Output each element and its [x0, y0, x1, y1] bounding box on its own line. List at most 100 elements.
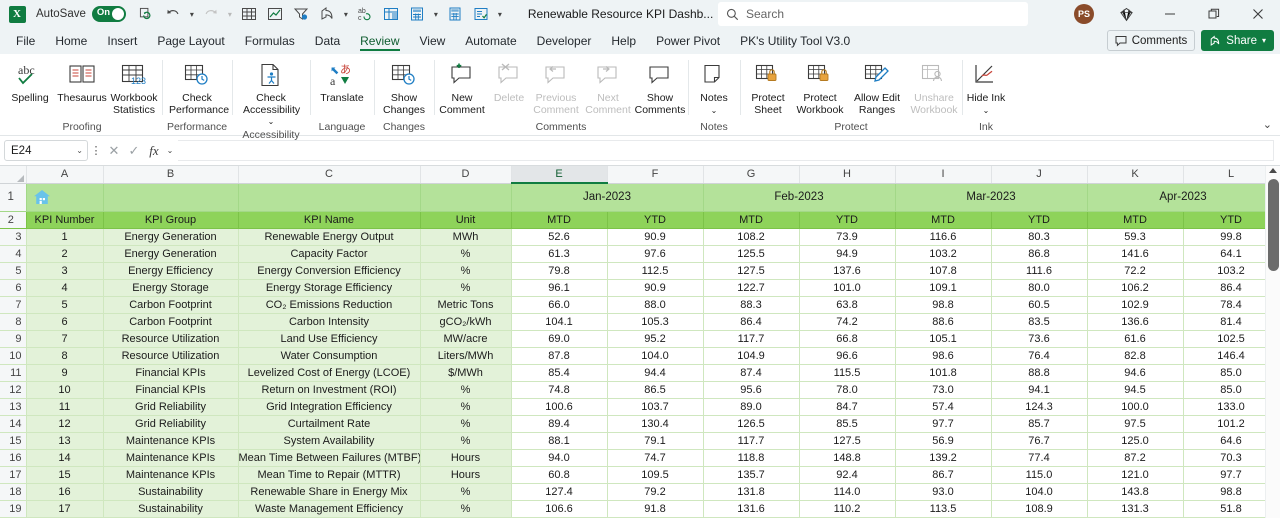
tab-page-layout[interactable]: Page Layout [147, 28, 234, 54]
insert-table-icon[interactable] [378, 2, 404, 26]
cell-kpi-name[interactable]: Energy Conversion Efficiency [238, 262, 421, 280]
tab-insert[interactable]: Insert [97, 28, 147, 54]
check-accessibility-button[interactable]: Check Accessibility ⌄ [234, 57, 308, 128]
cell-jan-mtd[interactable]: 94.0 [511, 449, 608, 467]
cell-mar-ytd[interactable]: 76.4 [991, 347, 1088, 365]
cell-jan-ytd[interactable]: 74.7 [607, 449, 704, 467]
cell-apr-mtd[interactable]: 82.8 [1087, 347, 1184, 365]
cell-feb-ytd[interactable]: 85.5 [799, 415, 896, 433]
allow-edit-ranges-button[interactable]: Allow Edit Ranges [846, 57, 908, 116]
cell-apr-mtd[interactable]: 125.0 [1087, 432, 1184, 450]
cell-kpi-group[interactable]: Financial KPIs [103, 381, 239, 399]
cell-jan-ytd[interactable]: 95.2 [607, 330, 704, 348]
cell-unit[interactable]: % [420, 262, 512, 280]
cell-feb-ytd[interactable]: 78.0 [799, 381, 896, 399]
cell-kpi-group[interactable]: Resource Utilization [103, 347, 239, 365]
column-header-i[interactable]: I [895, 166, 992, 184]
cell-mar-mtd[interactable]: 139.2 [895, 449, 992, 467]
cell-jan-mtd[interactable]: 89.4 [511, 415, 608, 433]
cell-apr-mtd[interactable]: 87.2 [1087, 449, 1184, 467]
formula-input[interactable] [178, 140, 1274, 161]
qat-more-caret[interactable]: ▾ [494, 2, 506, 26]
cell-mar-ytd[interactable]: 60.5 [991, 296, 1088, 314]
cell-feb-mtd[interactable]: 131.8 [703, 483, 800, 501]
cell-kpi-group[interactable]: Energy Generation [103, 228, 239, 246]
cell-jan-ytd[interactable]: 90.9 [607, 228, 704, 246]
minimize-icon[interactable] [1148, 0, 1192, 28]
cell-jan-mtd[interactable]: 87.8 [511, 347, 608, 365]
cell-kpi-number[interactable]: 7 [26, 330, 104, 348]
check-performance-button[interactable]: Check Performance [164, 57, 230, 116]
row-header-3[interactable]: 3 [0, 228, 27, 246]
cell-feb-ytd[interactable]: 63.8 [799, 296, 896, 314]
cell-feb-ytd[interactable]: 137.6 [799, 262, 896, 280]
cell-mar-mtd[interactable]: 98.8 [895, 296, 992, 314]
cell-mar-mtd[interactable]: 103.2 [895, 245, 992, 263]
cell-kpi-name[interactable]: Renewable Share in Energy Mix [238, 483, 421, 501]
tab-formulas[interactable]: Formulas [235, 28, 305, 54]
cell-jan-ytd[interactable]: 91.8 [607, 500, 704, 518]
cell-jan-mtd[interactable]: 85.4 [511, 364, 608, 382]
tab-review[interactable]: Review [350, 28, 409, 54]
cell-kpi-name[interactable]: Grid Integration Efficiency [238, 398, 421, 416]
column-header-b[interactable]: B [103, 166, 239, 184]
fx-icon[interactable]: fx [144, 143, 164, 159]
tab-help[interactable]: Help [601, 28, 646, 54]
cell-kpi-group[interactable]: Energy Efficiency [103, 262, 239, 280]
cell-kpi-number[interactable]: 10 [26, 381, 104, 399]
cell-mar-mtd[interactable]: 113.5 [895, 500, 992, 518]
cell-unit[interactable]: Metric Tons [420, 296, 512, 314]
cell-mar-ytd[interactable]: 94.1 [991, 381, 1088, 399]
cell-mar-ytd[interactable]: 73.6 [991, 330, 1088, 348]
cell-feb-mtd[interactable]: 131.6 [703, 500, 800, 518]
cell-kpi-group[interactable]: Energy Storage [103, 279, 239, 297]
row-header-1[interactable]: 1 [0, 183, 27, 212]
cell-unit[interactable]: % [420, 381, 512, 399]
cell-kpi-group[interactable]: Carbon Footprint [103, 313, 239, 331]
cell-feb-mtd[interactable]: 104.9 [703, 347, 800, 365]
formula-bar-menu-icon[interactable]: ⋮ [88, 144, 104, 157]
cell-feb-mtd[interactable]: 126.5 [703, 415, 800, 433]
cell-jan-mtd[interactable]: 69.0 [511, 330, 608, 348]
notes-button[interactable]: Notes ⌄ [690, 57, 738, 116]
cell-mar-ytd[interactable]: 108.9 [991, 500, 1088, 518]
cell-jan-mtd[interactable]: 88.1 [511, 432, 608, 450]
cell-apr-mtd[interactable]: 131.3 [1087, 500, 1184, 518]
cell-apr-mtd[interactable]: 59.3 [1087, 228, 1184, 246]
undo-dropdown-caret[interactable]: ▾ [186, 2, 198, 26]
cell-apr-mtd[interactable]: 100.0 [1087, 398, 1184, 416]
cell-kpi-name[interactable]: Mean Time Between Failures (MTBF) [238, 449, 421, 467]
cell-kpi-number[interactable]: 15 [26, 466, 104, 484]
cell-apr-mtd[interactable]: 94.6 [1087, 364, 1184, 382]
protect-sheet-button[interactable]: Protect Sheet [742, 57, 794, 116]
cell-feb-mtd[interactable]: 89.0 [703, 398, 800, 416]
column-header-g[interactable]: G [703, 166, 800, 184]
cell-jan-ytd[interactable]: 109.5 [607, 466, 704, 484]
cell-feb-mtd[interactable]: 108.2 [703, 228, 800, 246]
diamond-icon[interactable] [1104, 0, 1148, 28]
column-header-k[interactable]: K [1087, 166, 1184, 184]
cell-feb-ytd[interactable]: 101.0 [799, 279, 896, 297]
row-header-10[interactable]: 10 [0, 347, 27, 365]
column-header-j[interactable]: J [991, 166, 1088, 184]
cell-kpi-number[interactable]: 11 [26, 398, 104, 416]
row-header-12[interactable]: 12 [0, 381, 27, 399]
cell-jan-ytd[interactable]: 103.7 [607, 398, 704, 416]
row-header-8[interactable]: 8 [0, 313, 27, 331]
cell-kpi-number[interactable]: 9 [26, 364, 104, 382]
tab-data[interactable]: Data [305, 28, 350, 54]
translate-button[interactable]: ⬉ あ a Translate [312, 57, 372, 105]
table-icon[interactable] [236, 2, 262, 26]
cell-feb-ytd[interactable]: 74.2 [799, 313, 896, 331]
cell-unit[interactable]: MW/acre [420, 330, 512, 348]
cell-kpi-group[interactable]: Carbon Footprint [103, 296, 239, 314]
cell-kpi-group[interactable]: Energy Generation [103, 245, 239, 263]
cell-jan-ytd[interactable]: 79.2 [607, 483, 704, 501]
cell-apr-mtd[interactable]: 136.6 [1087, 313, 1184, 331]
select-all-corner[interactable] [0, 166, 27, 184]
protect-workbook-button[interactable]: Protect Workbook [794, 57, 846, 116]
cell-unit[interactable]: Liters/MWh [420, 347, 512, 365]
comments-button[interactable]: Comments [1106, 30, 1196, 51]
cell-jan-ytd[interactable]: 79.1 [607, 432, 704, 450]
filter-settings-icon[interactable] [288, 2, 314, 26]
